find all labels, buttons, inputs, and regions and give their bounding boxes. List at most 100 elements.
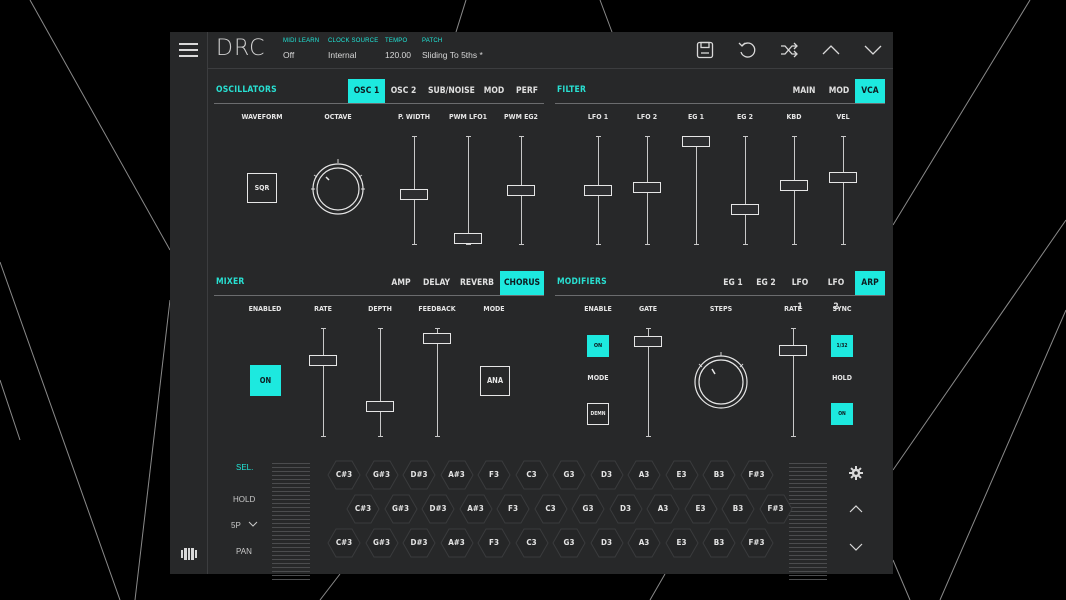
menu-icon[interactable] [179,43,198,57]
note-key[interactable]: G3 [552,460,586,490]
sp-dropdown-icon [248,521,258,527]
tab-mod-lfo1[interactable]: LFO 1 [788,271,812,312]
octave-knob[interactable] [308,157,368,217]
note-key[interactable]: C3 [533,494,568,524]
waveform-button[interactable]: SQR [247,173,277,203]
slider-handle[interactable] [731,203,759,215]
chorus-enabled-toggle[interactable]: ON [250,365,281,396]
steps-knob[interactable] [692,350,750,410]
slider-handle[interactable] [366,400,394,412]
note-key[interactable]: D#3 [402,528,436,558]
chevron-up-icon[interactable] [821,40,841,60]
note-key[interactable]: D3 [589,528,624,558]
note-key[interactable]: C3 [514,460,549,490]
note-key[interactable]: A#3 [439,528,474,558]
tab-mod-lfo2[interactable]: LFO 2 [824,271,848,312]
sel-label[interactable]: SEL. [236,463,253,472]
tab-mod-eg1[interactable]: EG 1 [723,271,743,295]
note-key[interactable]: C#3 [327,528,361,558]
tab-main[interactable]: MAIN [792,79,816,103]
slider-handle[interactable] [400,189,428,201]
slider-end-tick [792,244,797,245]
tab-arp[interactable]: ARP [855,271,885,295]
shuffle-icon[interactable] [779,40,799,60]
note-key[interactable]: D3 [608,494,643,524]
tab-sub-noise[interactable]: SUB/NOISE [428,79,475,103]
note-key[interactable]: F3 [477,528,511,558]
note-key[interactable]: F3 [496,494,530,524]
slider-handle[interactable] [423,332,451,344]
gear-icon[interactable] [849,466,863,480]
note-key[interactable]: F#3 [739,460,774,490]
note-key[interactable]: D#3 [421,494,455,524]
note-key[interactable]: F#3 [739,528,774,558]
note-key[interactable]: A#3 [458,494,493,524]
note-key[interactable]: G3 [552,528,586,558]
tab-chorus[interactable]: CHORUS [500,271,544,295]
clock-source-control[interactable]: CLOCK SOURCE Internal [328,38,378,60]
tab-osc1[interactable]: OSC 1 [348,79,385,103]
note-key[interactable]: E3 [664,528,699,558]
tab-vca[interactable]: VCA [855,79,885,103]
tab-delay[interactable]: DELAY [423,271,450,295]
tab-amp[interactable]: AMP [390,271,412,295]
note-key[interactable]: D3 [589,460,624,490]
tab-mod-eg2[interactable]: EG 2 [756,271,776,295]
octave-down-icon[interactable] [849,542,863,552]
note-key[interactable]: C#3 [346,494,380,524]
tab-osc2[interactable]: OSC 2 [388,79,419,103]
slider-handle[interactable] [309,355,337,367]
slider-handle[interactable] [829,171,857,183]
pan-label[interactable]: PAN [236,547,252,556]
slider-handle[interactable] [634,335,662,347]
patch-control[interactable]: PATCH Sliding To 5ths * [422,38,483,60]
hold-key-label[interactable]: HOLD [233,495,255,504]
tab-perf[interactable]: PERF [513,79,541,103]
tab-mod[interactable]: MOD [481,79,507,103]
slider-handle[interactable] [507,184,535,196]
note-key[interactable]: G#3 [364,460,399,490]
note-key[interactable]: A#3 [439,460,474,490]
slider-handle[interactable] [779,345,807,357]
arp-enable-toggle[interactable]: ON [587,335,609,357]
chorus-mode-button[interactable]: ANA [480,366,510,396]
slider-end-tick [841,136,846,137]
note-key[interactable]: E3 [683,494,718,524]
sp-label[interactable]: 5P [231,521,258,530]
note-key[interactable]: G3 [571,494,605,524]
hold-toggle[interactable]: ON [831,403,853,425]
tab-filter-mod[interactable]: MOD [827,79,851,103]
note-key[interactable]: F3 [477,460,511,490]
note-key[interactable]: A3 [627,528,661,558]
note-key[interactable]: G#3 [383,494,418,524]
slider-handle[interactable] [780,179,808,191]
undo-icon[interactable] [737,40,757,60]
chevron-down-icon[interactable] [863,40,883,60]
note-key-label: A#3 [448,538,465,547]
note-key[interactable]: B3 [702,528,736,558]
midi-learn-control[interactable]: MIDI LEARN Off [283,38,319,60]
slider-handle[interactable] [454,233,482,244]
slider-handle[interactable] [633,181,661,193]
keyboard-view-icon[interactable] [181,548,197,560]
tempo-control[interactable]: TEMPO 120.00 [385,38,411,60]
arp-mode-button[interactable]: DEMN [587,403,609,425]
slider-handle[interactable] [584,184,612,196]
sync-toggle[interactable]: 1/32 [831,335,853,357]
tab-reverb[interactable]: REVERB [460,271,494,295]
slider-end-tick [412,244,417,245]
slider-handle[interactable] [682,136,710,147]
note-key[interactable]: B3 [702,460,736,490]
note-key[interactable]: D#3 [402,460,436,490]
note-key[interactable]: A3 [627,460,661,490]
note-key[interactable]: B3 [721,494,755,524]
note-key[interactable]: G#3 [364,528,399,558]
octave-up-icon[interactable] [849,504,863,514]
save-icon[interactable] [695,40,715,60]
note-key-label: F#3 [748,470,765,479]
note-key[interactable]: C#3 [327,460,361,490]
note-key[interactable]: F#3 [758,494,793,524]
note-key[interactable]: C3 [514,528,549,558]
note-key[interactable]: E3 [664,460,699,490]
note-key[interactable]: A3 [646,494,680,524]
